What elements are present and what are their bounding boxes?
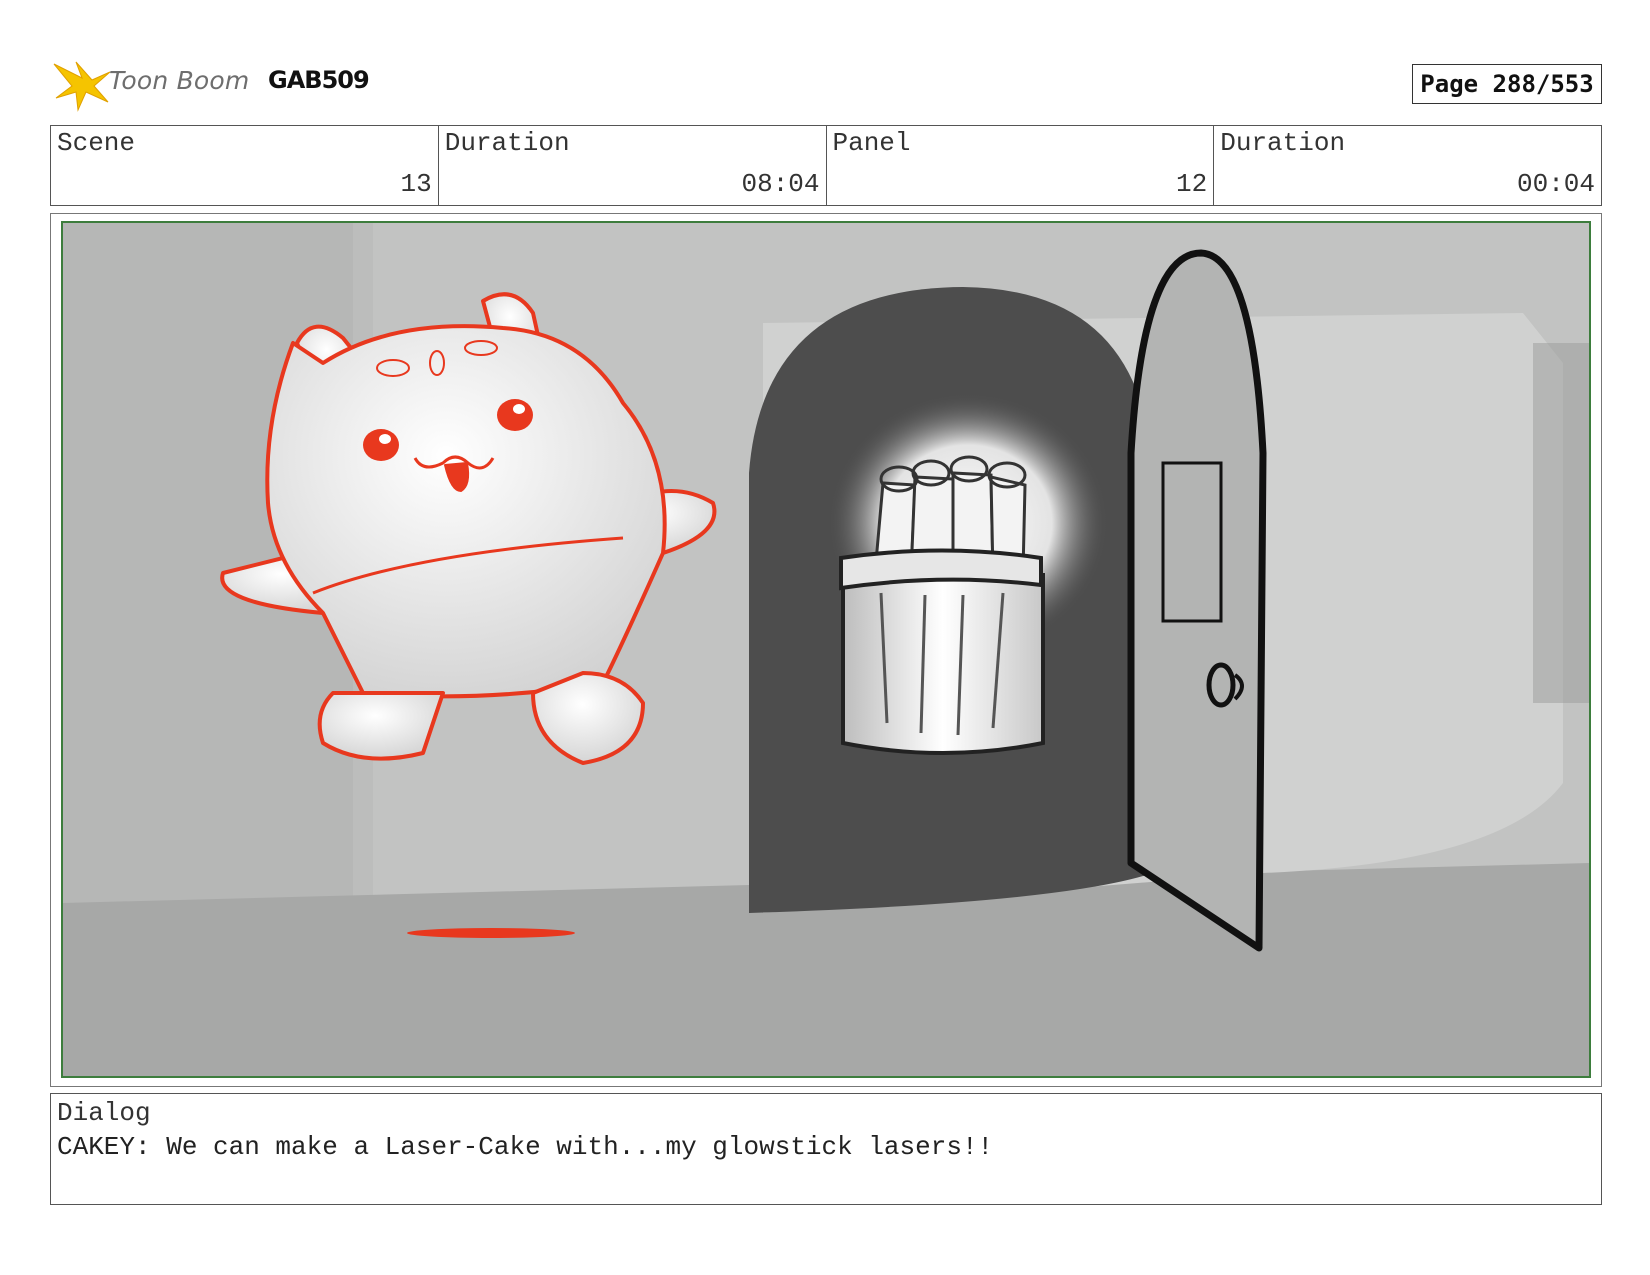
page-number: Page 288/553 xyxy=(1412,64,1602,104)
dialog-text: CAKEY: We can make a Laser-Cake with...m… xyxy=(57,1132,994,1162)
storyboard-drawing xyxy=(63,223,1589,1076)
scene-value: 13 xyxy=(400,169,432,199)
storyboard-panel-frame xyxy=(50,213,1602,1087)
scene-duration-label: Duration xyxy=(444,128,570,158)
starburst-icon xyxy=(53,61,111,112)
panel-duration-cell: Duration 00:04 xyxy=(1214,126,1601,205)
dialog-label: Dialog xyxy=(57,1098,151,1128)
scene-label: Scene xyxy=(57,128,136,158)
open-door xyxy=(1127,249,1267,952)
production-code: GAB509 xyxy=(268,66,370,94)
panel-label: Panel xyxy=(832,128,911,158)
panel-info-row: Scene 13 Duration 08:04 Panel 12 Duratio… xyxy=(50,125,1602,206)
glowstick-jar xyxy=(839,548,1045,755)
panel-cell: Panel 12 xyxy=(827,126,1215,205)
dialog-box: Dialog CAKEY: We can make a Laser-Cake w… xyxy=(50,1093,1602,1205)
scene-cell: Scene 13 xyxy=(51,126,439,205)
panel-duration-value: 00:04 xyxy=(1516,169,1595,199)
character-floor-shadow xyxy=(407,928,575,938)
panel-duration-label: Duration xyxy=(1220,128,1346,158)
scene-duration-cell: Duration 08:04 xyxy=(439,126,827,205)
panel-value: 12 xyxy=(1176,169,1208,199)
storyboard-panel xyxy=(61,221,1591,1078)
toon-boom-logo: Toon Boom xyxy=(52,58,252,112)
scene-duration-value: 08:04 xyxy=(741,169,820,199)
logo-text: Toon Boom xyxy=(109,66,250,95)
